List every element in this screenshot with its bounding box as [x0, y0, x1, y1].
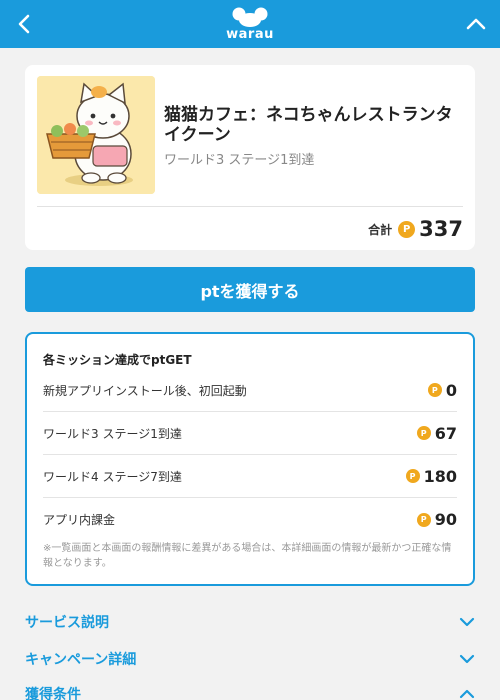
- point-coin-icon: P: [398, 220, 416, 238]
- mission-label: ワールド4 ステージ7到達: [43, 469, 182, 484]
- back-button[interactable]: [0, 0, 48, 48]
- scroll-top-button[interactable]: [452, 0, 500, 48]
- mission-points-value: 90: [434, 510, 457, 529]
- point-coin-icon: P: [427, 383, 442, 397]
- reward-disclaimer: ※一覧画面と本画面の報酬情報に差異がある場合は、本詳細画面の情報が最新かつ正確な…: [43, 543, 452, 569]
- logo-mark-icon: [232, 7, 268, 27]
- accordion-label: サービス説明: [25, 615, 109, 631]
- mission-points-value: 180: [423, 466, 457, 486]
- app-title: 猫猫カフェ：ネコちゃんレストランタイクーン: [164, 105, 453, 145]
- cat-chef-illustration-icon: [37, 76, 155, 194]
- mission-points-value: 0: [445, 380, 457, 400]
- accordion-service-description[interactable]: サービス説明: [25, 610, 475, 634]
- chevron-up-icon: [459, 689, 475, 699]
- mission-item: 新規アプリインストール後、初回起動 P 0: [43, 369, 457, 412]
- chevron-down-icon: [459, 617, 475, 627]
- mission-list: 各ミッション達成でptGET 新規アプリインストール後、初回起動 P 0 ワール…: [25, 332, 475, 586]
- offer-card: 猫猫カフェ：ネコちゃんレストランタイクーン ワールド3 ステージ1到達 合計 P…: [25, 65, 475, 250]
- mission-heading: 各ミッション達成でptGET: [43, 353, 192, 367]
- point-coin-icon: P: [416, 512, 431, 527]
- mission-points: P 67: [416, 423, 457, 443]
- chevron-up-icon: [466, 18, 486, 30]
- point-coin-icon: P: [405, 469, 420, 483]
- mission-points: P 180: [405, 466, 457, 486]
- mission-points: P 0: [427, 380, 457, 400]
- mission-points: P 90: [416, 510, 457, 529]
- divider: [37, 206, 463, 207]
- app-header: warau: [0, 0, 500, 48]
- mission-label: ワールド3 ステージ1到達: [43, 426, 182, 441]
- chevron-left-icon: [18, 14, 30, 34]
- accordion-label: 獲得条件: [25, 687, 81, 700]
- accordion-label: キャンペーン詳細: [25, 652, 137, 668]
- mission-item: ワールド3 ステージ1到達 P 67: [43, 412, 457, 455]
- total-label: 合計: [368, 222, 393, 237]
- mission-label: 新規アプリインストール後、初回起動: [43, 383, 247, 398]
- point-coin-icon: P: [416, 426, 431, 440]
- accordion-acquisition-conditions[interactable]: 獲得条件: [25, 682, 475, 700]
- mission-item: アプリ内課金 P 90: [43, 498, 457, 541]
- warau-logo[interactable]: warau: [220, 7, 280, 43]
- mission-label: アプリ内課金: [43, 513, 116, 527]
- total-value: 337: [419, 217, 463, 241]
- get-points-button[interactable]: ptを獲得する: [25, 267, 475, 312]
- total-points: 合計 P 337: [368, 215, 463, 243]
- accordion-campaign-details[interactable]: キャンペーン詳細: [25, 647, 475, 671]
- chevron-down-icon: [459, 654, 475, 664]
- mission-item: ワールド4 ステージ7到達 P 180: [43, 455, 457, 498]
- app-thumbnail[interactable]: [37, 76, 155, 194]
- logo-text: warau: [226, 27, 274, 42]
- app-condition: ワールド3 ステージ1到達: [164, 153, 315, 168]
- mission-points-value: 67: [434, 423, 457, 443]
